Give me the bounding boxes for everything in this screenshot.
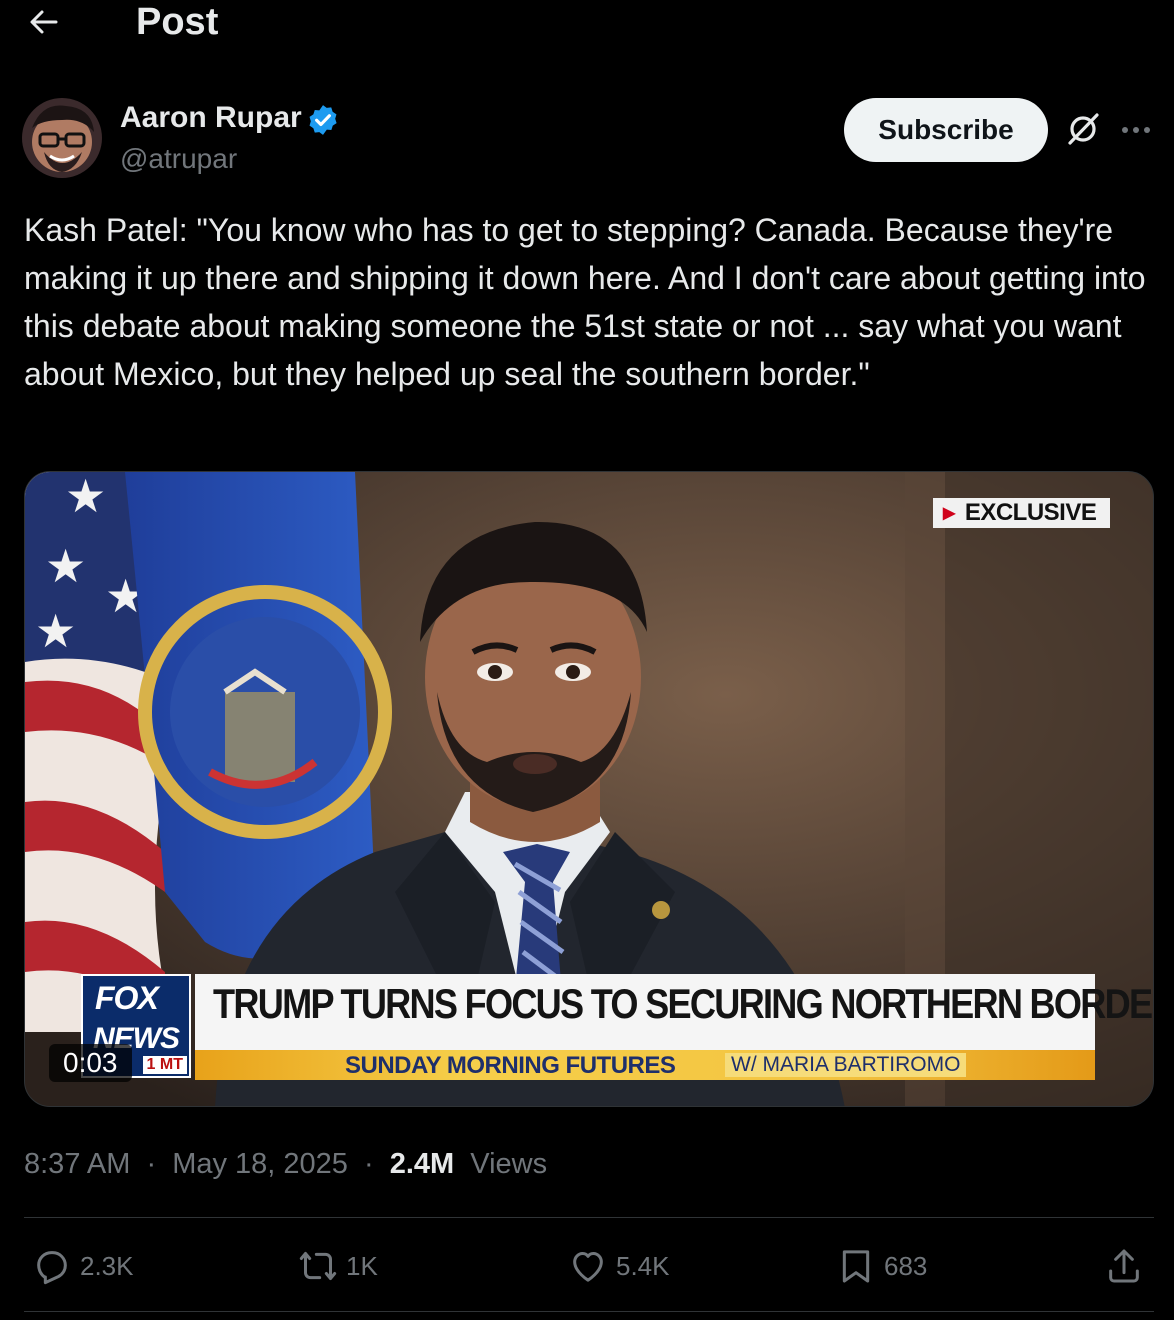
svg-text:★: ★ [45, 539, 86, 593]
top-bar: Post [0, 0, 1174, 50]
grok-icon[interactable] [1064, 110, 1102, 148]
post-time[interactable]: 8:37 AM [24, 1148, 130, 1180]
reply-icon [37, 1251, 67, 1285]
share-button[interactable] [1104, 1244, 1152, 1288]
back-arrow-icon[interactable] [26, 4, 62, 40]
share-icon [1109, 1249, 1139, 1283]
verified-badge-icon [306, 103, 340, 137]
video-timestamp: 0:03 [49, 1044, 132, 1082]
exclusive-label: EXCLUSIVE [964, 499, 1097, 526]
meta-separator: · [146, 1148, 157, 1180]
show-bar: SUNDAY MORNING FUTURES W/ MARIA BARTIROM… [195, 1050, 1095, 1080]
repost-button[interactable]: 1K [298, 1244, 378, 1288]
reply-button[interactable]: 2.3K [32, 1244, 134, 1288]
chyron: TRUMP TURNS FOCUS TO SECURING NORTHERN B… [195, 974, 1153, 1050]
meta-separator: · [364, 1148, 374, 1180]
bookmark-button[interactable]: 683 [836, 1244, 927, 1288]
video-player[interactable]: ★ ★ ★ ★ ▶ EXCLUSIVE FOX NEWS 1 MT TRUMP … [24, 471, 1154, 1107]
author-name[interactable]: Aaron Rupar [120, 100, 302, 136]
post-text: Kash Patel: "You know who has to get to … [24, 212, 1146, 392]
exclusive-badge: ▶ EXCLUSIVE [933, 498, 1111, 528]
author-handle[interactable]: @atrupar [120, 142, 237, 176]
more-icon[interactable] [1118, 112, 1154, 148]
logo-tag: 1 MT [142, 1056, 187, 1074]
host-name: W/ MARIA BARTIROMO [725, 1053, 967, 1077]
bookmark-icon [842, 1250, 870, 1283]
bookmark-count: 683 [884, 1250, 928, 1281]
chyron-headline: TRUMP TURNS FOCUS TO SECURING NORTHERN B… [213, 980, 1154, 1027]
reply-count: 2.3K [80, 1250, 134, 1281]
play-triangle-icon: ▶ [943, 505, 955, 522]
post-date[interactable]: May 18, 2025 [172, 1148, 348, 1180]
views-count: 2.4M [389, 1148, 455, 1180]
repost-icon [299, 1252, 337, 1280]
post-page: Post Aaron Rupar @atrupar Subscribe Kash… [0, 0, 1174, 1320]
like-button[interactable]: 5.4K [568, 1244, 670, 1288]
divider [24, 1311, 1154, 1312]
page-title: Post [136, 1, 219, 43]
divider [24, 1217, 1154, 1218]
avatar[interactable] [22, 98, 102, 178]
like-icon [573, 1252, 603, 1282]
show-name: SUNDAY MORNING FUTURES [345, 1052, 676, 1079]
views-label: Views [470, 1148, 548, 1180]
logo-top: FOX [95, 980, 159, 1016]
like-count: 5.4K [616, 1250, 670, 1281]
svg-text:★: ★ [65, 472, 106, 523]
svg-text:★: ★ [35, 604, 76, 658]
subscribe-button[interactable]: Subscribe [844, 98, 1048, 162]
repost-count: 1K [346, 1250, 378, 1281]
post-meta: 8:37 AM · May 18, 2025 · 2.4M Views [24, 1144, 547, 1184]
